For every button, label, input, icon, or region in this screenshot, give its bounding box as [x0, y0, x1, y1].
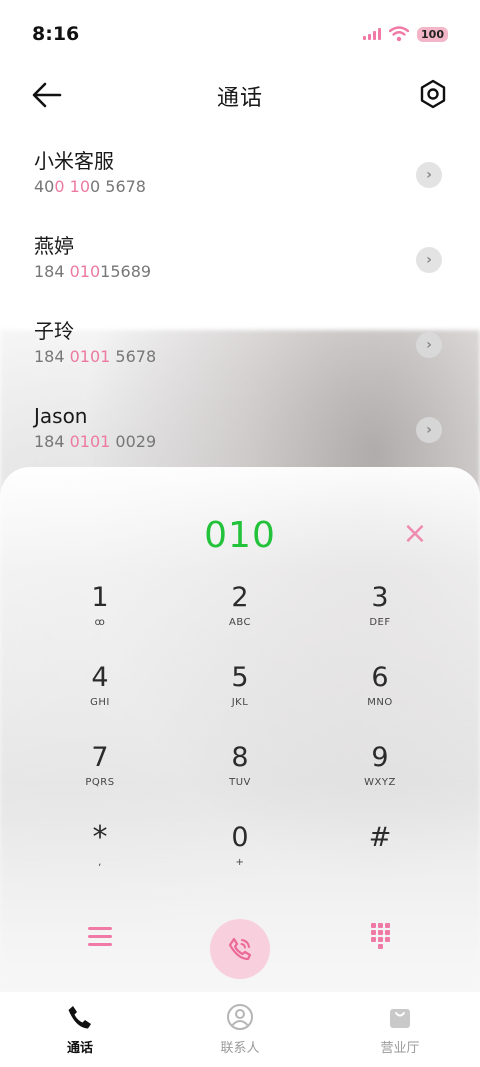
person-icon — [227, 1004, 253, 1030]
contact-name: 燕婷 — [34, 234, 74, 258]
contact-name: 小米客服 — [34, 149, 114, 173]
page-title: 通话 — [216, 86, 263, 111]
key-0[interactable]: 0 + — [170, 822, 310, 888]
signal-icon — [363, 28, 382, 40]
key-7[interactable]: 7 PQRS — [30, 742, 170, 808]
dialer-panel: 010 × 1ꝏ 2 ABC 3 DEF 4 GHI 5 JKL 6 MNO 7 PQRS … — [0, 467, 480, 992]
status-icons: 100 — [363, 26, 448, 42]
call-button[interactable] — [210, 919, 270, 979]
chevron-right-icon[interactable]: › — [416, 332, 442, 358]
key-star[interactable]: *, — [30, 822, 170, 888]
tab-contacts[interactable]: 联系人 — [180, 1003, 300, 1056]
key-1[interactable]: 1ꝏ — [30, 582, 170, 648]
contact-number: 400 100 5678 — [34, 177, 146, 196]
tab-service-hall[interactable]: 营业厅 — [340, 1003, 460, 1056]
key-9[interactable]: 9 WXYZ — [310, 742, 450, 808]
key-8[interactable]: 8 TUV — [170, 742, 310, 808]
key-hash[interactable]: # — [310, 822, 450, 888]
battery-icon: 100 — [417, 26, 448, 42]
voicemail-icon: ꝏ — [94, 617, 106, 628]
clear-icon[interactable]: × — [400, 519, 430, 549]
key-2[interactable]: 2 ABC — [170, 582, 310, 648]
settings-icon[interactable] — [418, 78, 448, 110]
chevron-right-icon[interactable]: › — [416, 162, 442, 188]
status-bar: 8:16 100 — [0, 0, 480, 68]
phone-icon — [68, 1006, 91, 1029]
dialpad-icon[interactable] — [370, 923, 390, 949]
key-3[interactable]: 3 DEF — [310, 582, 450, 648]
contact-item[interactable]: 小米客服 400 100 5678 › — [0, 140, 480, 225]
wifi-icon — [389, 26, 410, 42]
status-time: 8:16 — [32, 23, 80, 45]
contact-name: Jason — [34, 404, 88, 428]
bottom-nav: 通话 联系人 营业厅 — [0, 992, 480, 1067]
contact-item[interactable]: 燕婷 184 01015689 › — [0, 225, 480, 310]
contact-number: 184 0101 0029 — [34, 432, 157, 451]
bag-icon — [390, 1009, 410, 1028]
tab-label: 营业厅 — [380, 1041, 420, 1056]
dialer-actions — [0, 919, 480, 979]
phone-call-icon — [228, 937, 252, 961]
tab-calls[interactable]: 通话 — [20, 1003, 140, 1056]
app-header: 通话 — [0, 68, 480, 124]
chevron-right-icon[interactable]: › — [416, 417, 442, 443]
key-6[interactable]: 6 MNO — [310, 662, 450, 728]
contact-number: 184 0101 5678 — [34, 347, 157, 366]
contact-list: 小米客服 400 100 5678 › 燕婷 184 01015689 › 子玲… — [0, 140, 480, 480]
contact-item[interactable]: 子玲 184 0101 5678 › — [0, 310, 480, 395]
chevron-right-icon[interactable]: › — [416, 247, 442, 273]
contact-name: 子玲 — [34, 319, 74, 343]
menu-icon[interactable] — [88, 927, 112, 951]
keypad: 1ꝏ 2 ABC 3 DEF 4 GHI 5 JKL 6 MNO 7 PQRS 8 TUV 9… — [30, 582, 450, 888]
back-arrow-icon[interactable] — [30, 80, 64, 110]
key-4[interactable]: 4 GHI — [30, 662, 170, 728]
tab-label: 通话 — [66, 1041, 93, 1056]
tab-label: 联系人 — [220, 1041, 260, 1056]
key-5[interactable]: 5 JKL — [170, 662, 310, 728]
contact-number: 184 01015689 — [34, 262, 152, 281]
